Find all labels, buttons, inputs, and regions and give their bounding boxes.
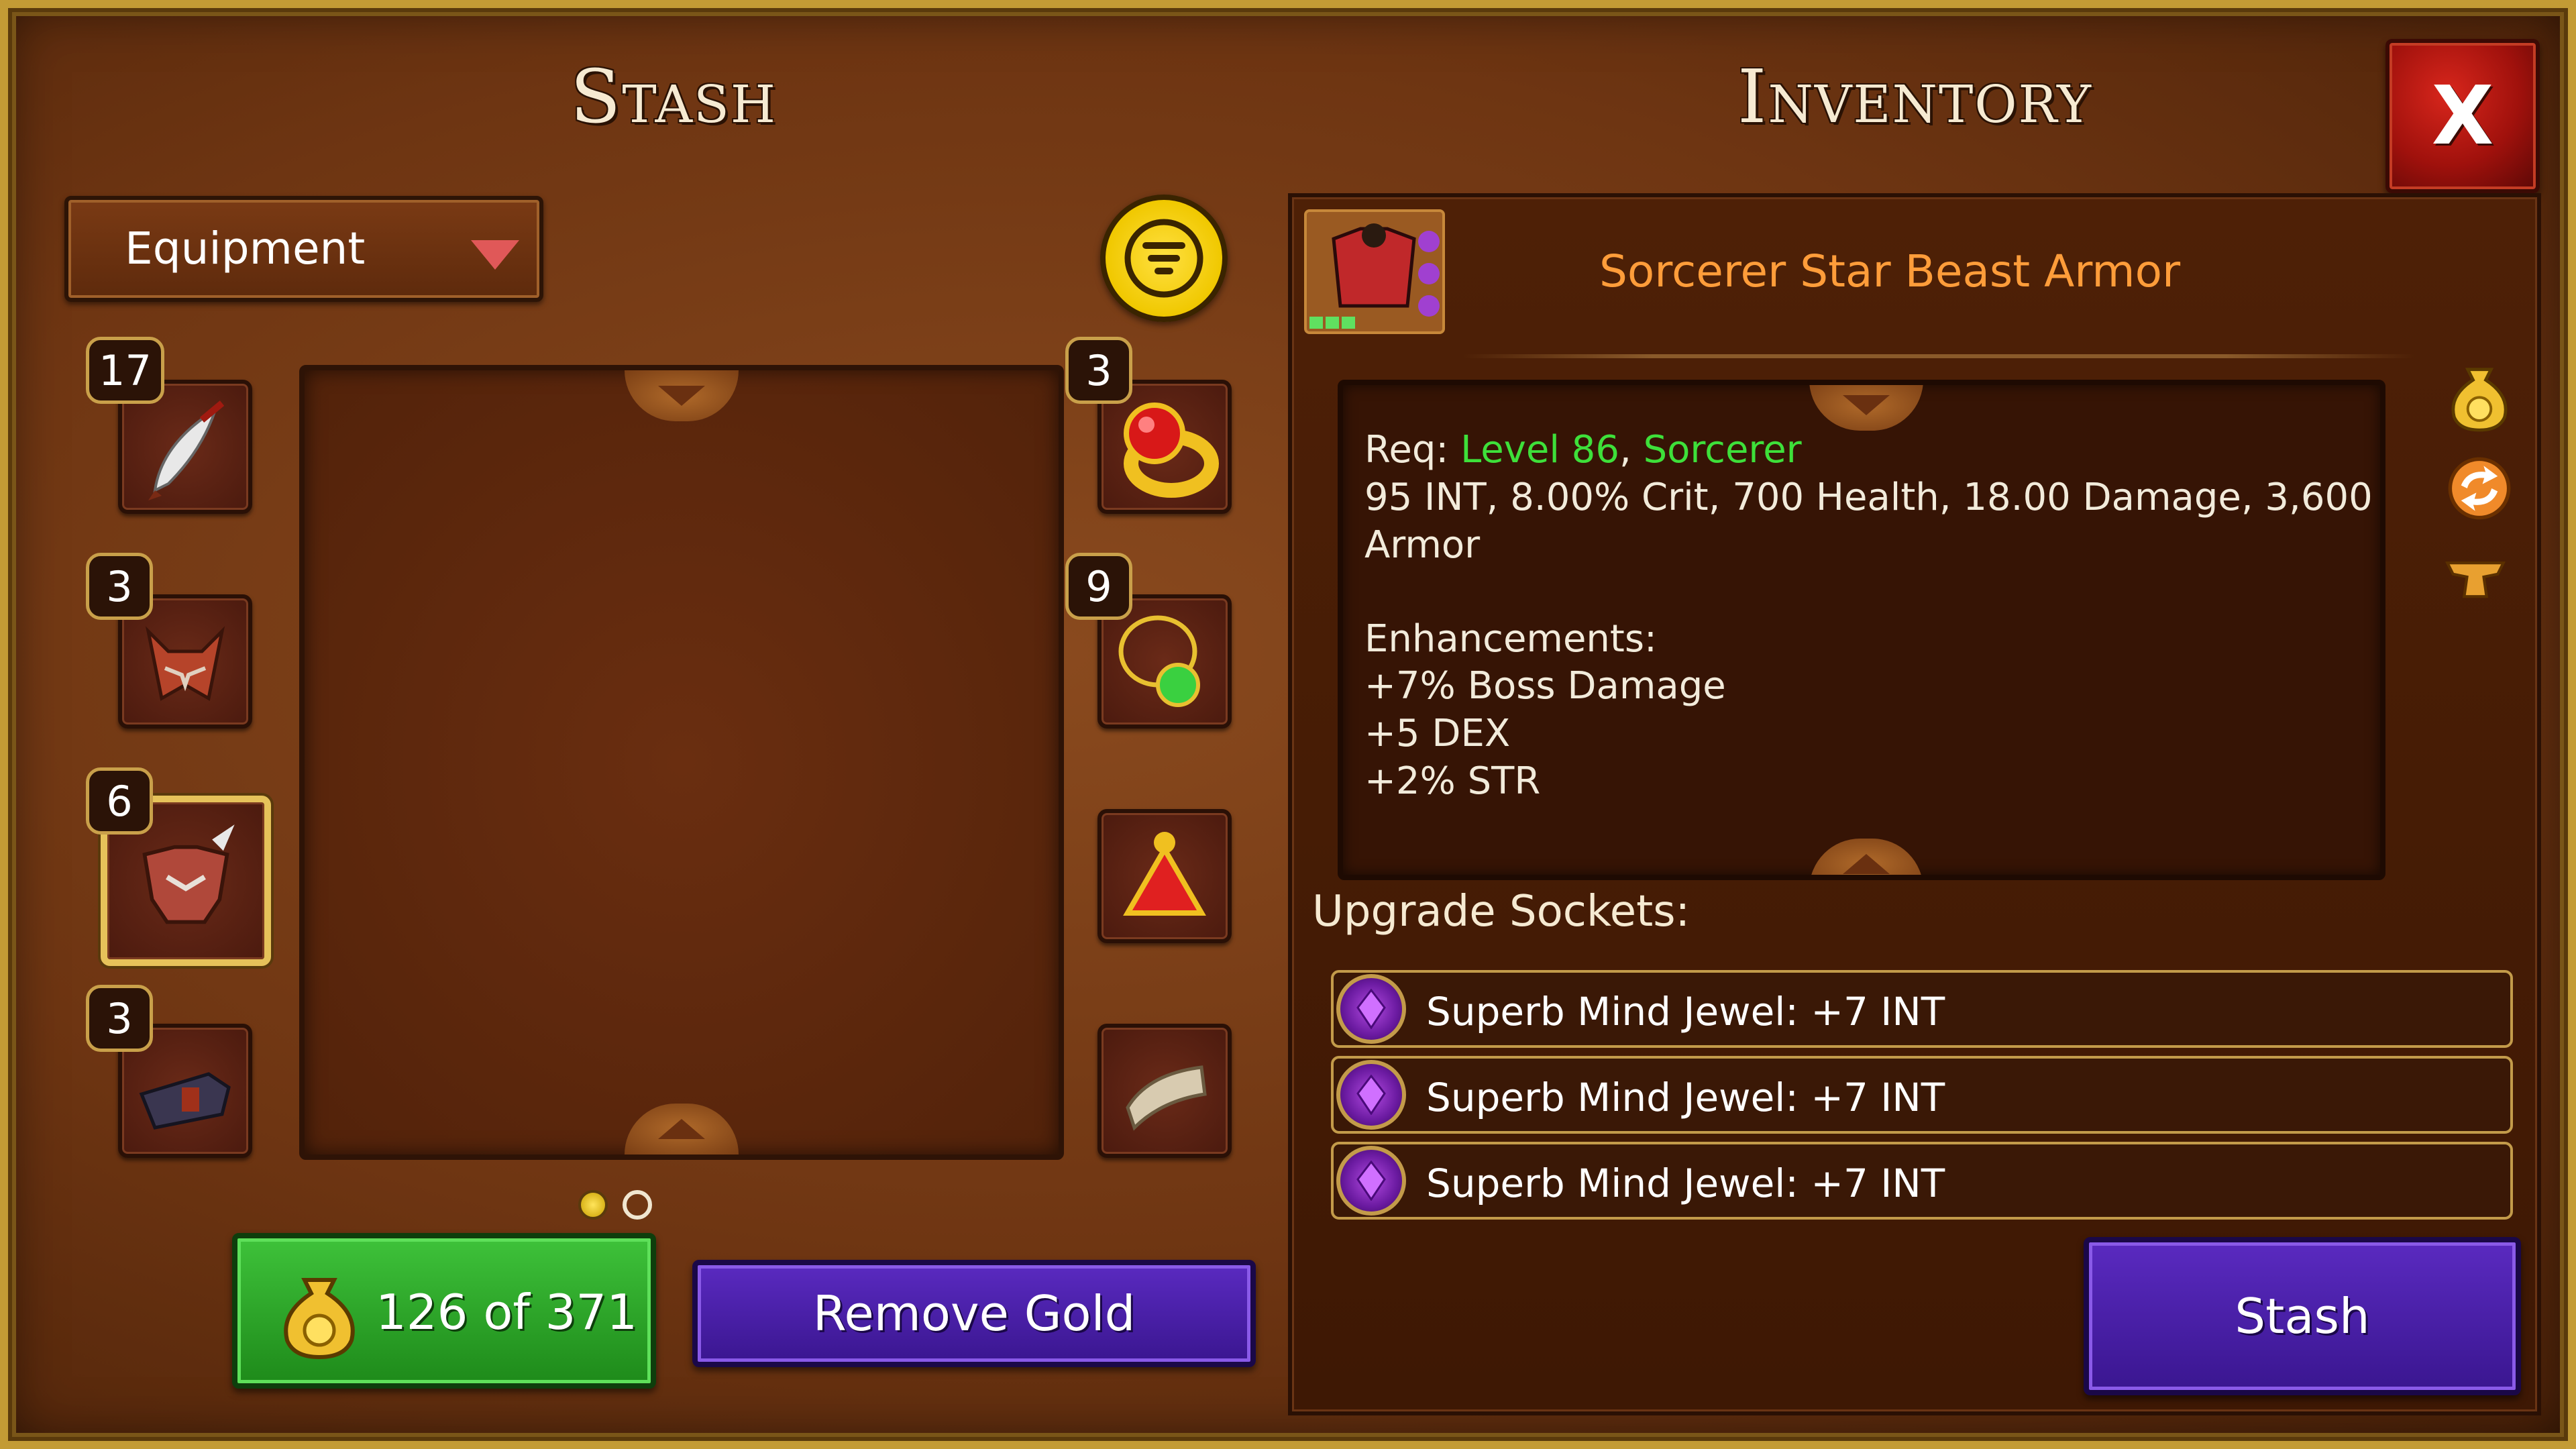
- sorcerer-armor-icon: [1309, 223, 1440, 329]
- slot-count-badge: 3: [1065, 337, 1132, 404]
- socket-text: Superb Mind Jewel: +7 INT: [1426, 1161, 1945, 1206]
- upgrade-sockets-label: Upgrade Sockets:: [1312, 887, 1690, 936]
- details-scroll-down-button[interactable]: [1809, 839, 1923, 875]
- chevron-up-icon: [658, 1119, 705, 1139]
- dropdown-arrow-icon: [471, 240, 519, 270]
- details-scroll-up-button[interactable]: [1809, 385, 1923, 431]
- red-crystal-icon: [1123, 832, 1206, 916]
- enhancement-item: +2% STR: [1364, 759, 1541, 803]
- mind-jewel-icon: [1336, 1146, 1406, 1216]
- requirement-level: Level 86: [1460, 428, 1619, 472]
- stash-item-button[interactable]: Stash: [2084, 1237, 2521, 1395]
- slot-count-badge: 3: [86, 985, 153, 1052]
- forge-button[interactable]: [2442, 543, 2509, 610]
- transfer-button[interactable]: [2446, 455, 2513, 522]
- chevron-up-icon: [1843, 854, 1890, 874]
- dagger-icon: [148, 400, 225, 500]
- category-dropdown[interactable]: Equipment: [64, 196, 543, 302]
- swap-arrows-icon: [2448, 457, 2511, 520]
- socket-text: Superb Mind Jewel: +7 INT: [1426, 989, 1945, 1034]
- stash-slot-scroll[interactable]: [1097, 1024, 1232, 1158]
- anvil-icon: [2445, 561, 2506, 598]
- requirement-separator: ,: [1619, 428, 1644, 472]
- item-stats-box[interactable]: Req: Level 86, Sorcerer 95 INT, 8.00% Cr…: [1338, 380, 2385, 880]
- item-thumbnail[interactable]: [1304, 209, 1445, 334]
- remove-gold-button[interactable]: Remove Gold: [692, 1260, 1256, 1367]
- enhancement-item: +7% Boss Damage: [1364, 664, 1726, 708]
- chevron-down-icon: [1843, 395, 1890, 415]
- mind-jewel-icon: [1336, 1060, 1406, 1130]
- requirement-class: Sorcerer: [1643, 428, 1802, 472]
- scroll-down-button[interactable]: [625, 1104, 739, 1155]
- page-dot-inactive[interactable]: [623, 1190, 652, 1220]
- scroll-up-button[interactable]: [625, 370, 739, 421]
- slot-count-badge: 6: [86, 767, 153, 835]
- filter-button[interactable]: [1100, 195, 1228, 322]
- sell-button[interactable]: [2446, 362, 2513, 432]
- chevron-down-icon: [658, 386, 705, 406]
- stash-title: Stash: [570, 54, 777, 140]
- slot-count-badge: 9: [1065, 553, 1132, 620]
- enhancements-label: Enhancements:: [1364, 617, 1657, 661]
- gold-bag-icon: [2451, 368, 2508, 432]
- scroll-icon: [1126, 1065, 1207, 1131]
- filter-icon: [1124, 219, 1203, 298]
- gold-amount-label: 126 of 371: [376, 1284, 638, 1340]
- emerald-amulet-icon: [1118, 615, 1200, 707]
- close-window-button[interactable]: X: [2385, 39, 2540, 193]
- page-dot-active[interactable]: [578, 1190, 608, 1220]
- stash-item-area[interactable]: [299, 365, 1064, 1160]
- gold-bag-icon: [284, 1278, 355, 1360]
- ruby-ring-icon: [1124, 402, 1219, 498]
- stats-line: 95 INT, 8.00% Crit, 700 Health, 18.00 Da…: [1364, 476, 2373, 519]
- category-dropdown-label: Equipment: [125, 223, 366, 274]
- requirement-prefix: Req:: [1364, 428, 1461, 472]
- inventory-title: Inventory: [1737, 54, 2092, 140]
- slot-count-badge: 3: [86, 553, 153, 620]
- slot-count-badge: 17: [86, 337, 164, 404]
- chest-armor-icon: [142, 824, 235, 924]
- gold-stash-button[interactable]: 126 of 371: [232, 1233, 656, 1389]
- stats-line: Armor: [1364, 523, 1481, 567]
- boots-icon: [139, 1072, 231, 1130]
- mind-jewel-icon: [1336, 974, 1406, 1044]
- stash-page-indicator: [578, 1190, 652, 1220]
- socket-text: Superb Mind Jewel: +7 INT: [1426, 1075, 1945, 1120]
- horned-helmet-icon: [145, 626, 225, 701]
- divider: [1462, 354, 2415, 358]
- item-name: Sorcerer Star Beast Armor: [1599, 246, 2181, 297]
- socket-row[interactable]: Superb Mind Jewel: +7 INT: [1331, 1056, 2513, 1134]
- requirement-line: Req: Level 86, Sorcerer: [1364, 428, 1802, 472]
- socket-row[interactable]: Superb Mind Jewel: +7 INT: [1331, 970, 2513, 1048]
- stash-slot-crystal[interactable]: [1097, 809, 1232, 943]
- socket-row[interactable]: Superb Mind Jewel: +7 INT: [1331, 1142, 2513, 1220]
- enhancement-item: +5 DEX: [1364, 712, 1511, 755]
